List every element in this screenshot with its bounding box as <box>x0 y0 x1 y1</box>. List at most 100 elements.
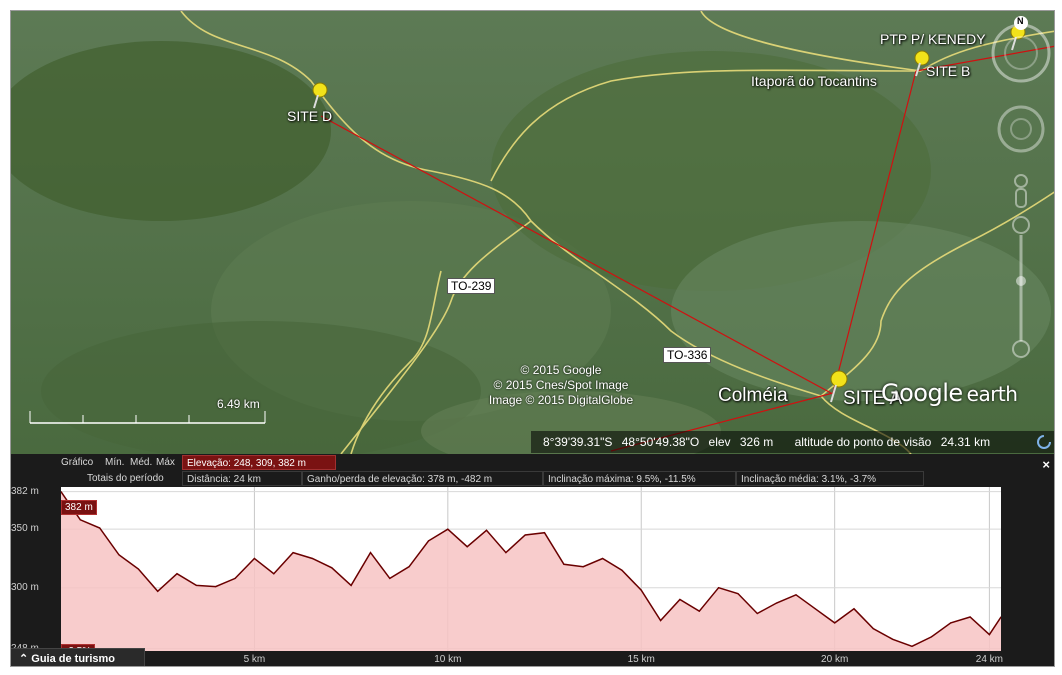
logo-earth: earth <box>966 382 1018 406</box>
elevation-point <box>118 554 120 556</box>
elevation-point <box>389 577 391 579</box>
elevation-point <box>447 528 449 530</box>
town-colmeia: Colméia <box>718 385 788 406</box>
elevation-point <box>872 628 874 630</box>
elevation-point <box>369 552 372 554</box>
x-tick-label: 5 km <box>243 654 266 665</box>
elevation-point <box>718 587 720 589</box>
graph-min[interactable]: Mín. <box>101 455 128 470</box>
elevation-point <box>698 610 700 612</box>
elevation-point <box>950 622 952 624</box>
elevation-point <box>853 608 855 610</box>
elevation-point <box>814 608 816 610</box>
elevation-point <box>930 636 933 638</box>
elevation-point <box>834 622 836 624</box>
elevation-point <box>234 577 236 579</box>
status-elev-label: elev <box>708 435 731 449</box>
town-itapora: Itaporã do Tocantins <box>751 73 877 89</box>
elevation-point <box>311 557 313 560</box>
road-label-to336: TO-336 <box>663 347 712 363</box>
x-tick-label: 24 km <box>975 654 1004 665</box>
max-elevation-tag: 382 m <box>61 500 97 515</box>
elevation-chart[interactable] <box>60 487 1002 651</box>
elevation-point <box>350 584 352 586</box>
elevation-point <box>137 568 139 570</box>
elevation-point <box>466 546 468 548</box>
elevation-point <box>79 519 81 521</box>
gain-loss-value: Ganho/perda de elevação: 378 m, -482 m <box>302 471 543 486</box>
status-eye-alt-label: altitude do ponto de visão <box>794 435 932 449</box>
nav-controls-graphic <box>991 16 1051 358</box>
x-tick-label: 20 km <box>821 654 849 665</box>
elevation-point <box>911 645 913 647</box>
elevation-point <box>582 566 584 568</box>
elevation-point <box>563 563 565 565</box>
elevation-point <box>331 567 333 569</box>
elevation-point <box>524 534 526 536</box>
copyright-line: © 2015 Cnes/Spot Image <box>493 378 629 392</box>
status-bar: 8°39'39.31"S 48°50'49.38"O elev 326 m al… <box>531 431 1054 453</box>
y-tick-label: 300 m <box>11 581 39 593</box>
scale-bar: 6.49 km <box>29 397 269 425</box>
elevation-point <box>99 527 101 529</box>
graph-label: Gráfico <box>61 457 94 468</box>
elevation-point <box>485 529 488 531</box>
elevation-point <box>505 552 507 554</box>
x-tick-label: 15 km <box>627 654 655 665</box>
copyright-line: © 2015 Google <box>520 363 602 377</box>
max-slope-value: Inclinação máxima: 9.5%, -11.5% <box>543 471 736 486</box>
tour-guide-button[interactable]: ⌃ Guia de turismo <box>11 648 145 666</box>
placemark-kenedy[interactable]: PTP P/ KENEDY <box>880 31 986 47</box>
graph-max[interactable]: Máx <box>152 455 179 470</box>
avg-slope-value: Inclinação média: 3.1%, -3.7% <box>736 471 924 486</box>
elevation-point <box>892 638 894 640</box>
distance-value: Distância: 24 km <box>182 471 302 486</box>
elevation-point <box>408 566 410 568</box>
status-elev-value: 326 m <box>739 435 774 449</box>
google-earth-window: SITE D SITE B PTP P/ KENEDY SITE A Itapo… <box>10 10 1055 667</box>
elevation-point <box>640 589 642 591</box>
chevron-up-icon: ⌃ <box>19 653 32 665</box>
placemark-site-d[interactable]: SITE D <box>287 108 332 124</box>
elevation-point <box>157 590 159 592</box>
elevation-chart-svg <box>60 487 1002 651</box>
elevation-point <box>602 557 604 560</box>
google-earth-logo: Google earth <box>881 379 1018 407</box>
placemark-site-b[interactable]: SITE B <box>926 63 970 79</box>
elevation-point <box>795 594 797 596</box>
elevation-area <box>61 491 1001 651</box>
logo-google: Google <box>881 379 963 407</box>
elevation-point <box>621 569 623 571</box>
imagery-copyright: © 2015 Google © 2015 Cnes/Spot Image Ima… <box>451 363 671 408</box>
tour-guide-label: Guia de turismo <box>31 653 116 665</box>
elevation-point <box>969 616 971 618</box>
elevation-point <box>988 634 991 636</box>
elevation-point <box>756 612 758 615</box>
navigation-controls[interactable]: N <box>986 11 1054 371</box>
status-latitude: 8°39'39.31"S <box>543 435 613 449</box>
elevation-point <box>176 573 178 575</box>
profile-row-totals: Totais do período Distância: 24 km Ganho… <box>11 471 1054 487</box>
pushpin-icon[interactable] <box>306 81 330 109</box>
road-label-to239: TO-239 <box>447 278 496 294</box>
elevation-point <box>215 586 217 588</box>
status-longitude: 48°50'49.38"O <box>621 435 700 449</box>
totals-label: Totais do período <box>87 473 164 484</box>
elevation-point <box>737 593 739 595</box>
compass-north-label: N <box>1017 16 1024 26</box>
elevation-profile-panel: Gráfico Mín. Méd. Máx Elevação: 248, 309… <box>11 454 1054 666</box>
copyright-line: Image © 2015 DigitalGlobe <box>488 393 634 407</box>
scale-label: 6.49 km <box>217 397 260 411</box>
elevation-point <box>292 552 294 554</box>
elevation-summary[interactable]: Elevação: 248, 309, 382 m <box>182 455 336 470</box>
status-eye-alt-value: 24.31 km <box>940 435 991 449</box>
elevation-point <box>427 540 430 542</box>
elevation-point <box>195 584 197 586</box>
x-tick-label: 10 km <box>434 654 462 665</box>
map-view[interactable]: SITE D SITE B PTP P/ KENEDY SITE A Itapo… <box>11 11 1054 454</box>
elevation-point <box>253 557 255 560</box>
elevation-point <box>273 573 275 575</box>
elevation-point <box>660 619 662 622</box>
streaming-icon <box>1037 435 1051 449</box>
profile-row-graph: Gráfico Mín. Méd. Máx Elevação: 248, 309… <box>11 455 1054 472</box>
